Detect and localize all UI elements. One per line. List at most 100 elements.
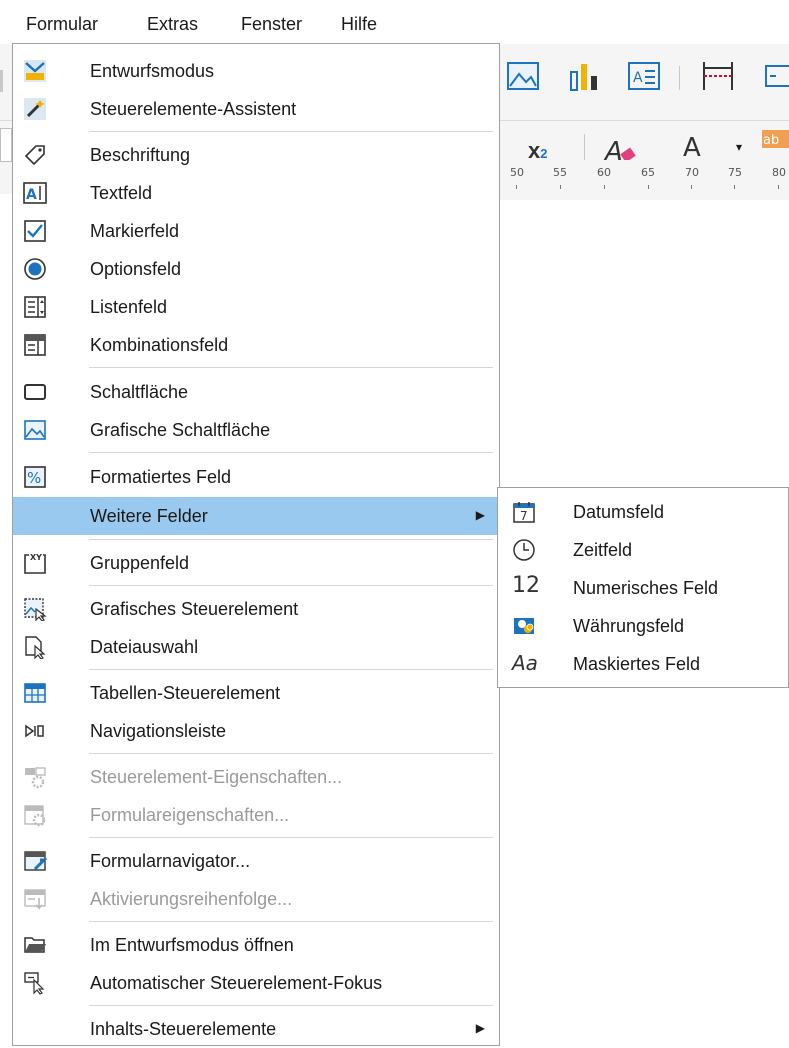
combobox-icon xyxy=(24,334,46,356)
submenu-item-datumsfeld[interactable]: 7 Datumsfeld xyxy=(498,493,788,531)
menu-item-textfeld[interactable]: A Textfeld xyxy=(13,174,499,212)
ruler-tick: 50 xyxy=(510,166,524,179)
currency-icon xyxy=(514,618,534,634)
menu-extras[interactable]: Extras xyxy=(147,14,198,35)
radio-icon xyxy=(24,258,46,280)
menu-separator xyxy=(89,539,493,540)
numeric-12-icon: 12 xyxy=(512,573,540,598)
menu-item-grafische-schaltflaeche[interactable]: Grafische Schaltfläche xyxy=(13,411,499,449)
menu-item-aktivierungsreihenfolge[interactable]: Aktivierungsreihenfolge... xyxy=(13,880,499,918)
ruler-tick: 60 xyxy=(597,166,611,179)
menu-bar: Formular Extras Fenster Hilfe xyxy=(0,0,789,44)
toolbar-left-fragment xyxy=(0,70,3,92)
image-button-icon xyxy=(24,420,46,440)
weitere-felder-submenu: 7 Datumsfeld Zeitfeld 12 Numerisches Fel… xyxy=(497,487,789,688)
control-properties-icon xyxy=(25,767,46,789)
horizontal-ruler: 50 55 60 65 70 75 80 xyxy=(500,160,789,200)
listbox-icon xyxy=(24,296,46,318)
menu-item-dateiauswahl[interactable]: Dateiauswahl xyxy=(13,628,499,666)
menu-separator xyxy=(89,367,493,368)
file-selection-icon xyxy=(25,636,46,659)
textbox-icon: A xyxy=(23,182,47,204)
menu-item-gruppenfeld[interactable]: XY Gruppenfeld xyxy=(13,544,499,582)
menu-item-schaltflaeche[interactable]: Schaltfläche xyxy=(13,373,499,411)
menu-fenster[interactable]: Fenster xyxy=(241,14,302,35)
checkbox-icon xyxy=(24,220,46,242)
table-control-icon xyxy=(24,683,46,703)
subscript-index: 2 xyxy=(540,146,548,161)
formular-menu: Entwurfsmodus Steuerelemente-Assistent B… xyxy=(12,43,500,1046)
submenu-item-zeitfeld[interactable]: Zeitfeld xyxy=(498,531,788,569)
ruler-tick: 55 xyxy=(553,166,567,179)
svg-text:XY: XY xyxy=(30,553,42,562)
svg-text:%: % xyxy=(27,469,41,487)
menu-hilfe[interactable]: Hilfe xyxy=(341,14,377,35)
toolbar-separator xyxy=(584,134,585,162)
menu-item-steuerelemente-assistent[interactable]: Steuerelemente-Assistent xyxy=(13,90,499,128)
highlight-letter: ab xyxy=(763,133,779,148)
menu-item-formulareigenschaften[interactable]: Formulareigenschaften... xyxy=(13,796,499,834)
submenu-item-numerisches-feld[interactable]: 12 Numerisches Feld xyxy=(498,569,788,607)
menu-item-optionsfeld[interactable]: Optionsfeld xyxy=(13,250,499,288)
menu-item-formularnavigator[interactable]: Formularnavigator... xyxy=(13,842,499,880)
menu-item-automatischer-steuerelement-fokus[interactable]: Automatischer Steuerelement-Fokus xyxy=(13,964,499,1002)
menu-item-markierfeld[interactable]: Markierfeld xyxy=(13,212,499,250)
menu-item-formatiertes-feld[interactable]: % Formatiertes Feld xyxy=(13,458,499,496)
insert-chart-icon[interactable] xyxy=(566,58,602,94)
svg-text:A: A xyxy=(633,70,643,86)
form-properties-icon xyxy=(24,805,46,827)
menu-item-entwurfsmodus[interactable]: Entwurfsmodus xyxy=(13,52,499,90)
group-box-icon: XY xyxy=(24,553,46,574)
image-control-icon xyxy=(24,598,47,621)
svg-text:A: A xyxy=(26,187,37,203)
insert-textbox-icon[interactable]: A xyxy=(626,58,662,94)
design-mode-icon xyxy=(24,60,46,82)
navigation-bar-icon xyxy=(25,724,44,738)
form-navigator-icon xyxy=(24,851,47,871)
toolbar-left-field xyxy=(0,128,12,162)
masked-aa-icon: Aa xyxy=(512,651,538,675)
ruler-tick: 70 xyxy=(685,166,699,179)
menu-separator xyxy=(89,131,493,132)
svg-text:7: 7 xyxy=(520,509,528,523)
menu-formular[interactable]: Formular xyxy=(26,14,98,35)
menu-separator xyxy=(89,452,493,453)
font-color-dropdown-icon[interactable]: ▾ xyxy=(736,140,742,154)
menu-item-kombinationsfeld[interactable]: Kombinationsfeld xyxy=(13,326,499,364)
menu-item-tabellen-steuerelement[interactable]: Tabellen-Steuerelement xyxy=(13,674,499,712)
tab-order-icon xyxy=(24,889,46,910)
menu-item-im-entwurfsmodus-oeffnen[interactable]: Im Entwurfsmodus öffnen xyxy=(13,926,499,964)
auto-focus-icon xyxy=(24,972,45,995)
label-tag-icon xyxy=(24,145,45,166)
menu-item-steuerelement-eigenschaften[interactable]: Steuerelement-Eigenschaften... xyxy=(13,758,499,796)
submenu-arrow-icon: ▶ xyxy=(475,508,485,522)
menu-separator xyxy=(89,585,493,586)
menu-separator xyxy=(89,669,493,670)
ruler-tick: 65 xyxy=(641,166,655,179)
menu-item-inhalts-steuerelemente[interactable]: Inhalts-Steuerelemente ▶ xyxy=(13,1010,499,1048)
menu-separator xyxy=(89,1005,493,1006)
submenu-arrow-icon: ▶ xyxy=(475,1021,485,1035)
submenu-item-maskiertes-feld[interactable]: Aa Maskiertes Feld xyxy=(498,645,788,683)
wizard-icon xyxy=(24,98,46,120)
insert-image-icon[interactable] xyxy=(505,58,541,94)
menu-separator xyxy=(89,753,493,754)
page-break-icon[interactable] xyxy=(700,58,736,94)
toolbar-separator xyxy=(679,66,680,90)
formatted-field-icon: % xyxy=(24,466,46,488)
menu-item-navigationsleiste[interactable]: Navigationsleiste xyxy=(13,712,499,750)
ruler-tick: 80 xyxy=(772,166,786,179)
menu-item-weitere-felder[interactable]: Weitere Felder ▶ xyxy=(13,497,499,535)
submenu-item-waehrungsfeld[interactable]: Währungsfeld xyxy=(498,607,788,645)
open-folder-icon xyxy=(24,937,46,953)
push-button-icon xyxy=(24,384,46,400)
font-color-letter: A xyxy=(683,133,701,163)
clock-icon xyxy=(513,539,535,561)
ruler-tick: 75 xyxy=(728,166,742,179)
menu-separator xyxy=(89,921,493,922)
menu-separator xyxy=(89,837,493,838)
menu-item-grafisches-steuerelement[interactable]: Grafisches Steuerelement xyxy=(13,590,499,628)
menu-item-listenfeld[interactable]: Listenfeld xyxy=(13,288,499,326)
menu-item-beschriftung[interactable]: Beschriftung xyxy=(13,136,499,174)
insert-field-icon[interactable] xyxy=(762,58,789,94)
